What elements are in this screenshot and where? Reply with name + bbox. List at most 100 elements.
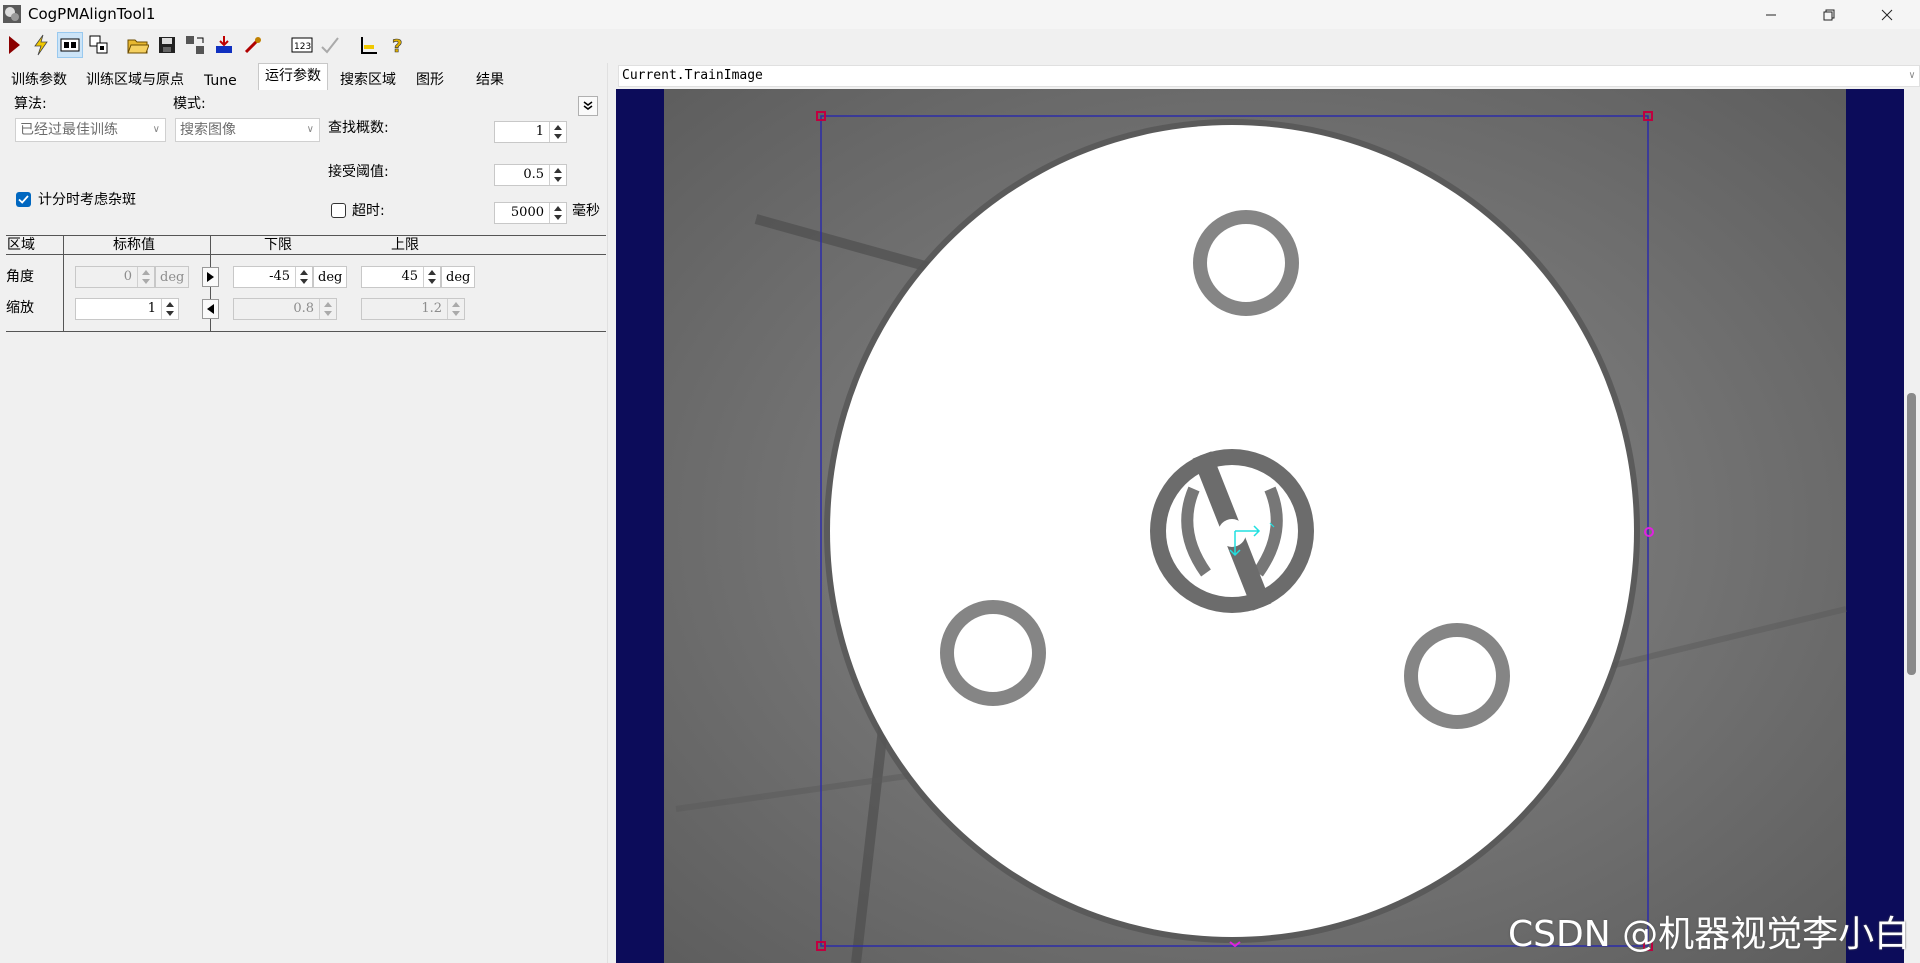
save-button[interactable] bbox=[154, 32, 180, 58]
down-arrow-icon[interactable] bbox=[300, 279, 308, 284]
tab-train-region[interactable]: 训练区域与原点 bbox=[86, 68, 184, 92]
down-arrow-icon[interactable] bbox=[554, 177, 562, 182]
table-row-label-angle: 角度 bbox=[6, 269, 34, 285]
counter-icon: 123 bbox=[291, 37, 313, 53]
show-train-image-button[interactable] bbox=[57, 32, 83, 58]
accept-threshold-label: 接受阈值: bbox=[328, 164, 389, 180]
angle-low-value: -45 bbox=[269, 269, 290, 284]
table-col-divider bbox=[63, 235, 64, 331]
restore-button[interactable] bbox=[1800, 0, 1858, 29]
timeout-unit: 毫秒 bbox=[572, 203, 600, 219]
scrollbar-thumb[interactable] bbox=[1907, 393, 1916, 675]
scale-high-value: 1.2 bbox=[421, 301, 442, 316]
down-arrow-icon[interactable] bbox=[554, 134, 562, 139]
mode-label: 模式: bbox=[173, 96, 206, 112]
image-source-select[interactable]: Current.TrainImage ∨ bbox=[618, 65, 1920, 87]
wand-button[interactable] bbox=[240, 32, 266, 58]
down-arrow-icon[interactable] bbox=[554, 215, 562, 220]
run-button[interactable] bbox=[1, 32, 27, 58]
vertical-scrollbar[interactable] bbox=[1904, 89, 1920, 963]
collapse-button[interactable] bbox=[578, 96, 598, 116]
reset-icon bbox=[186, 36, 204, 54]
clutter-label: 计分时考虑杂斑 bbox=[38, 192, 136, 208]
ruler-button[interactable] bbox=[356, 32, 382, 58]
angle-high-unit: deg bbox=[441, 266, 476, 288]
up-arrow-icon[interactable] bbox=[166, 302, 174, 307]
up-arrow-icon[interactable] bbox=[428, 270, 436, 275]
up-arrow-icon[interactable] bbox=[300, 270, 308, 275]
scale-low-stepper: 0.8 bbox=[233, 298, 337, 320]
counter-button[interactable]: 123 bbox=[289, 32, 315, 58]
stepper-buttons[interactable] bbox=[549, 122, 566, 142]
up-arrow-icon bbox=[142, 270, 150, 275]
up-arrow-icon bbox=[452, 302, 460, 307]
up-arrow-icon bbox=[324, 302, 332, 307]
angle-nominal-stepper: 0 bbox=[75, 266, 155, 288]
angle-low-unit: deg bbox=[313, 266, 348, 288]
open-button[interactable] bbox=[125, 32, 151, 58]
chevron-down-icon: ∨ bbox=[1908, 70, 1915, 81]
collapse-range-button[interactable] bbox=[202, 299, 219, 319]
import-button[interactable] bbox=[211, 32, 237, 58]
up-arrow-icon[interactable] bbox=[554, 206, 562, 211]
timeout-value: 5000 bbox=[510, 205, 544, 220]
expand-range-button[interactable] bbox=[202, 267, 219, 287]
find-count-stepper[interactable]: 1 bbox=[494, 121, 567, 143]
down-arrow-icon bbox=[142, 279, 150, 284]
tab-results[interactable]: 结果 bbox=[476, 68, 504, 92]
tab-run-params[interactable]: 运行参数 bbox=[258, 63, 328, 90]
stepper-buttons[interactable] bbox=[295, 267, 312, 287]
minimize-icon bbox=[1766, 14, 1776, 15]
algorithm-value: 已经过最佳训练 bbox=[20, 122, 118, 138]
svg-text:?: ? bbox=[392, 36, 402, 55]
table-header-region: 区域 bbox=[7, 237, 35, 253]
accept-threshold-stepper[interactable]: 0.5 bbox=[494, 164, 567, 186]
table-top-divider bbox=[6, 235, 606, 236]
stepper-buttons[interactable] bbox=[161, 299, 178, 319]
image-display[interactable] bbox=[616, 89, 1904, 963]
triangle-right-icon bbox=[207, 272, 214, 282]
angle-low-stepper[interactable]: -45 bbox=[233, 266, 313, 288]
reset-button[interactable] bbox=[182, 32, 208, 58]
angle-high-stepper[interactable]: 45 bbox=[361, 266, 441, 288]
electric-button[interactable] bbox=[28, 32, 54, 58]
tab-graphics[interactable]: 图形 bbox=[416, 68, 444, 92]
train-image bbox=[664, 89, 1847, 963]
check-icon bbox=[321, 37, 339, 54]
up-arrow-icon[interactable] bbox=[554, 125, 562, 130]
triangle-left-icon bbox=[207, 304, 214, 314]
down-arrow-icon[interactable] bbox=[166, 311, 174, 316]
up-arrow-icon[interactable] bbox=[554, 168, 562, 173]
table-row-label-scale: 缩放 bbox=[6, 300, 34, 316]
electric-icon bbox=[34, 34, 48, 56]
close-button[interactable] bbox=[1858, 0, 1916, 29]
find-count-label: 查找概数: bbox=[328, 120, 389, 136]
stepper-buttons[interactable] bbox=[423, 267, 440, 287]
stepper-buttons[interactable] bbox=[549, 165, 566, 185]
stepper-buttons[interactable] bbox=[549, 203, 566, 223]
angle-nominal-value: 0 bbox=[123, 269, 132, 284]
check-button[interactable] bbox=[317, 32, 343, 58]
angle-nominal-unit: deg bbox=[155, 266, 190, 288]
copy-button[interactable] bbox=[86, 32, 112, 58]
scale-nominal-stepper[interactable]: 1 bbox=[75, 298, 179, 320]
tab-train-params[interactable]: 训练参数 bbox=[11, 68, 67, 92]
algorithm-select[interactable]: 已经过最佳训练 ∨ bbox=[15, 118, 166, 142]
chevron-down-icon: ∨ bbox=[152, 124, 160, 135]
copy-icons-icon bbox=[89, 35, 108, 54]
mode-select[interactable]: 搜索图像 ∨ bbox=[175, 118, 320, 142]
timeout-stepper[interactable]: 5000 bbox=[494, 202, 567, 224]
timeout-label: 超时: bbox=[352, 203, 385, 219]
down-arrow-icon[interactable] bbox=[428, 279, 436, 284]
run-params-panel: 算法: 模式: 已经过最佳训练 ∨ 搜索图像 ∨ 查找概数: 1 接受阈值: 0… bbox=[0, 90, 612, 963]
timeout-checkbox[interactable] bbox=[331, 203, 346, 218]
wand-icon bbox=[244, 37, 261, 54]
ruler-icon bbox=[361, 37, 377, 54]
table-bottom-divider bbox=[6, 331, 606, 332]
help-button[interactable]: ? bbox=[385, 32, 411, 58]
minimize-button[interactable] bbox=[1742, 0, 1800, 29]
save-icon bbox=[159, 37, 175, 53]
accept-threshold-value: 0.5 bbox=[523, 167, 544, 182]
tab-search-region[interactable]: 搜索区域 bbox=[340, 68, 396, 92]
clutter-checkbox[interactable] bbox=[16, 192, 31, 207]
